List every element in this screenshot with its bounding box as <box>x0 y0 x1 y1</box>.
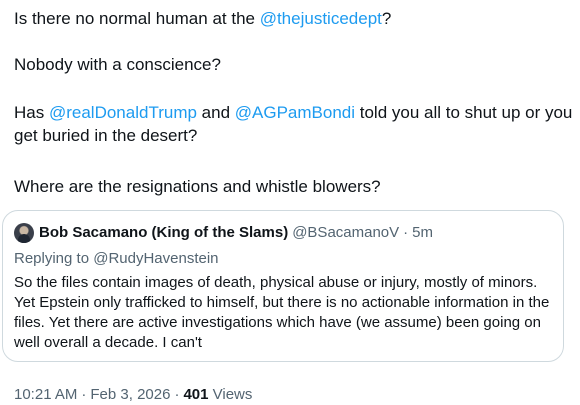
tweet-paragraph-3: Has @realDonaldTrump and @AGPamBondi tol… <box>14 101 574 147</box>
mention-agpambondi-link[interactable]: @AGPamBondi <box>235 103 355 122</box>
tweet-metadata: 10:21 AM · Feb 3, 2026 · 401 Views <box>14 385 252 405</box>
quoted-tweet-card[interactable]: Bob Sacamano (King of the Slams) @BSacam… <box>2 210 564 362</box>
views-count: 401 <box>183 386 209 403</box>
tweet-paragraph-4: Where are the resignations and whistle b… <box>14 177 381 196</box>
avatar[interactable] <box>14 223 34 243</box>
p3-before: Has <box>14 103 49 122</box>
p1-after: ? <box>381 9 392 28</box>
tweet-paragraph-2: Nobody with a conscience? <box>14 55 221 74</box>
tweet-paragraph-1: Is there no normal human at the @thejust… <box>14 7 391 30</box>
p1-before: Is there no normal human at the <box>14 9 260 28</box>
mention-thejusticedept-link[interactable]: @thejusticedept <box>260 9 382 28</box>
replying-handle-link[interactable]: @RudyHavenstein <box>93 250 218 267</box>
quoted-tweet-text: So the files contain images of death, ph… <box>14 274 550 351</box>
quoted-handle[interactable]: @BSacamanoV <box>292 223 399 243</box>
meta-separator-1: · <box>81 386 87 403</box>
quoted-tweet-header: Bob Sacamano (King of the Slams) @BSacam… <box>14 223 433 243</box>
post-time[interactable]: 10:21 AM <box>14 386 77 403</box>
quoted-display-name[interactable]: Bob Sacamano (King of the Slams) <box>39 223 288 243</box>
replying-prefix: Replying to <box>14 250 94 267</box>
views-label: Views <box>208 386 253 403</box>
post-date[interactable]: Feb 3, 2026 <box>90 386 170 403</box>
mention-realdonaldtrump-link[interactable]: @realDonaldTrump <box>49 103 197 122</box>
meta-separator-2: · <box>174 386 180 403</box>
header-separator: · <box>403 224 409 241</box>
replying-to: Replying to @RudyHavenstein <box>14 249 219 269</box>
quoted-timestamp[interactable]: 5m <box>412 223 433 243</box>
p3-middle: and <box>196 103 235 122</box>
